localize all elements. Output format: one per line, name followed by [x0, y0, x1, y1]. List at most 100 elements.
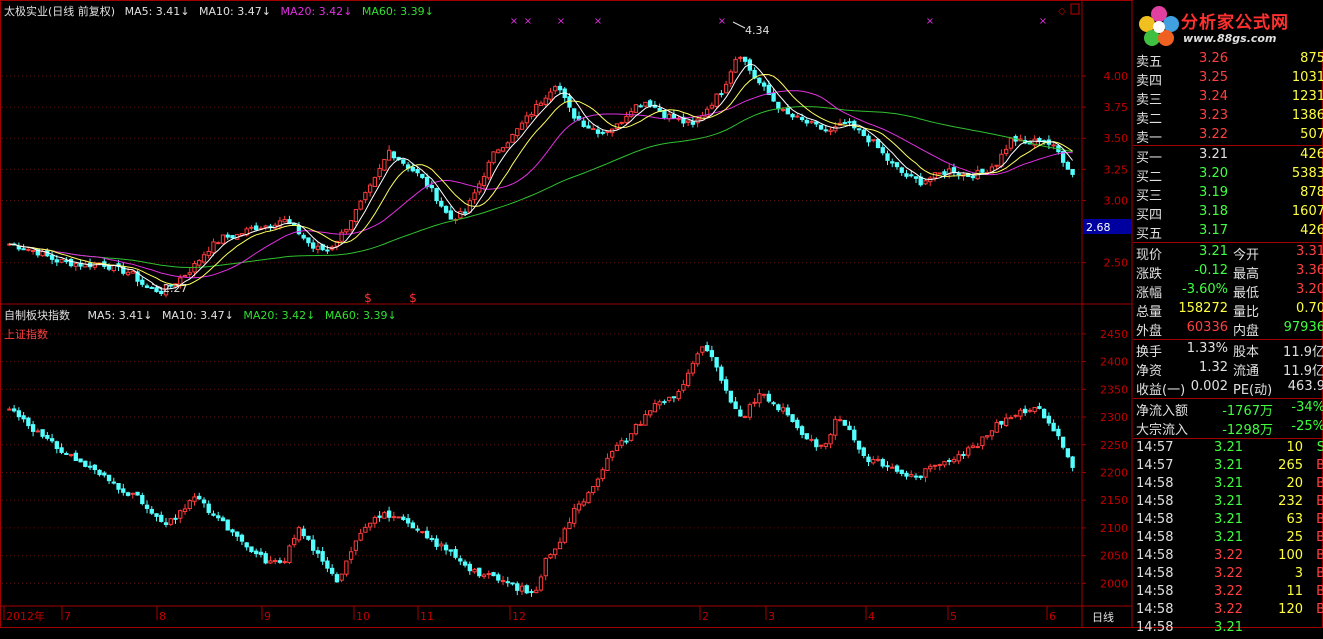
- lower-candle: [994, 422, 999, 433]
- lower-candle: [567, 522, 572, 530]
- upper-candle: [643, 101, 648, 107]
- upper-candle: [315, 245, 321, 251]
- upper-candle: [1004, 148, 1009, 155]
- upper-candle: [64, 260, 69, 263]
- lower-candle: [391, 516, 397, 519]
- tick-volume: 265: [1278, 458, 1303, 473]
- lower-candle: [64, 452, 69, 455]
- upper-candle: [543, 97, 548, 105]
- lower-candle: [40, 429, 45, 437]
- lower-candle: [956, 454, 961, 462]
- lower-candle: [410, 522, 416, 529]
- lower-candle: [799, 426, 805, 435]
- orderbook-volume: 878: [1300, 185, 1323, 200]
- lower-candle: [159, 514, 164, 522]
- xaxis-label: 5: [950, 610, 957, 623]
- tick-price: 3.21: [1214, 458, 1243, 473]
- upper-candle: [59, 258, 64, 263]
- orderbook-row: 卖二 3.23 1386: [1133, 108, 1323, 127]
- tick-side: S: [1316, 440, 1323, 455]
- upper-candle: [880, 147, 885, 154]
- lower-candle: [947, 459, 952, 462]
- stat-value: 1.32: [1199, 360, 1228, 375]
- upper-candle: [16, 245, 22, 250]
- lower-candle: [747, 404, 753, 418]
- stat-row: 涨幅 -3.60% 最低 3.20: [1133, 282, 1323, 301]
- lower-candle: [856, 440, 862, 450]
- lower-ma20: MA20: 3.42: [243, 309, 307, 322]
- tick-side: B: [1316, 602, 1323, 617]
- lower-tick-label: 2150: [1100, 494, 1128, 507]
- upper-candle: [557, 85, 563, 91]
- orderbook-price: 3.22: [1199, 127, 1228, 142]
- tick-volume: 100: [1278, 548, 1303, 563]
- upper-candle: [415, 169, 420, 174]
- upper-candle: [462, 211, 468, 214]
- lower-candle: [662, 401, 667, 404]
- stat-label: 最高: [1233, 267, 1260, 282]
- orderbook-row: 卖四 3.25 1031: [1133, 70, 1323, 89]
- lower-candle: [106, 474, 112, 482]
- tick-time: 14:57: [1136, 440, 1174, 455]
- lower-tick-label: 2300: [1100, 411, 1128, 424]
- tick-price: 3.21: [1214, 440, 1243, 455]
- lower-candle: [681, 383, 686, 391]
- stat-label: 今开: [1233, 248, 1260, 263]
- upper-candle: [942, 171, 947, 175]
- lower-candle: [154, 513, 159, 517]
- lower-candle: [363, 526, 368, 533]
- panel-divider-line: [1133, 398, 1323, 399]
- upper-candle: [624, 115, 629, 124]
- tick-volume: 3: [1294, 566, 1303, 581]
- lower-candle: [814, 439, 819, 448]
- lower-candle: [396, 516, 401, 519]
- upper-candle: [956, 173, 961, 176]
- upper-candle: [353, 209, 359, 223]
- orderbook-label: 买二: [1136, 170, 1163, 185]
- upper-candle: [913, 176, 919, 179]
- tick-row: 14:58 3.22 11 B: [1133, 584, 1323, 603]
- xaxis-label: 12: [512, 610, 526, 623]
- logo-url: www.88gs.com: [1183, 32, 1277, 45]
- upper-candle: [382, 158, 387, 171]
- lower-candle: [315, 550, 321, 554]
- upper-candle: [154, 287, 159, 293]
- lower-candle: [211, 513, 216, 516]
- lower-candle: [401, 516, 406, 520]
- lower-candle: [543, 557, 548, 577]
- lower-candle: [695, 353, 700, 365]
- upper-candle: [629, 111, 634, 117]
- stat-value: 11.9亿: [1283, 364, 1323, 379]
- upper-candle: [363, 192, 368, 201]
- flow-value: -1767万: [1222, 404, 1273, 419]
- orderbook-price: 3.21: [1199, 147, 1228, 162]
- lower-candle: [206, 503, 211, 513]
- lower-candle: [225, 519, 230, 531]
- tick-price: 3.22: [1214, 548, 1243, 563]
- orderbook-volume: 1607: [1291, 204, 1323, 219]
- stat-value: 60336: [1186, 320, 1228, 335]
- upper-candle: [600, 131, 605, 134]
- upper-candle: [458, 211, 463, 219]
- lower-candle: [192, 496, 197, 502]
- lower-candle: [700, 346, 705, 353]
- logo-name: 分析家公式网: [1181, 13, 1289, 33]
- tick-price: 3.21: [1214, 494, 1243, 509]
- upper-candle: [149, 287, 154, 290]
- lower-candle: [59, 447, 64, 453]
- upper-candle: [842, 122, 847, 125]
- upper-candle: [220, 234, 226, 244]
- signal-marker: ×: [718, 16, 726, 27]
- upper-candle: [301, 234, 306, 239]
- upper-ma60-line: [9, 106, 1073, 269]
- lower-candle: [913, 475, 919, 478]
- tick-time: 14:58: [1136, 530, 1174, 545]
- lower-candle: [951, 458, 957, 463]
- lower-candle: [871, 459, 876, 464]
- lower-candle: [918, 475, 923, 479]
- lower-candle: [1070, 456, 1075, 468]
- orderbook-row: 买五 3.17 426: [1133, 223, 1323, 242]
- lower-candle: [600, 469, 605, 480]
- lower-candle: [909, 474, 914, 477]
- orderbook-row: 买四 3.18 1607: [1133, 204, 1323, 223]
